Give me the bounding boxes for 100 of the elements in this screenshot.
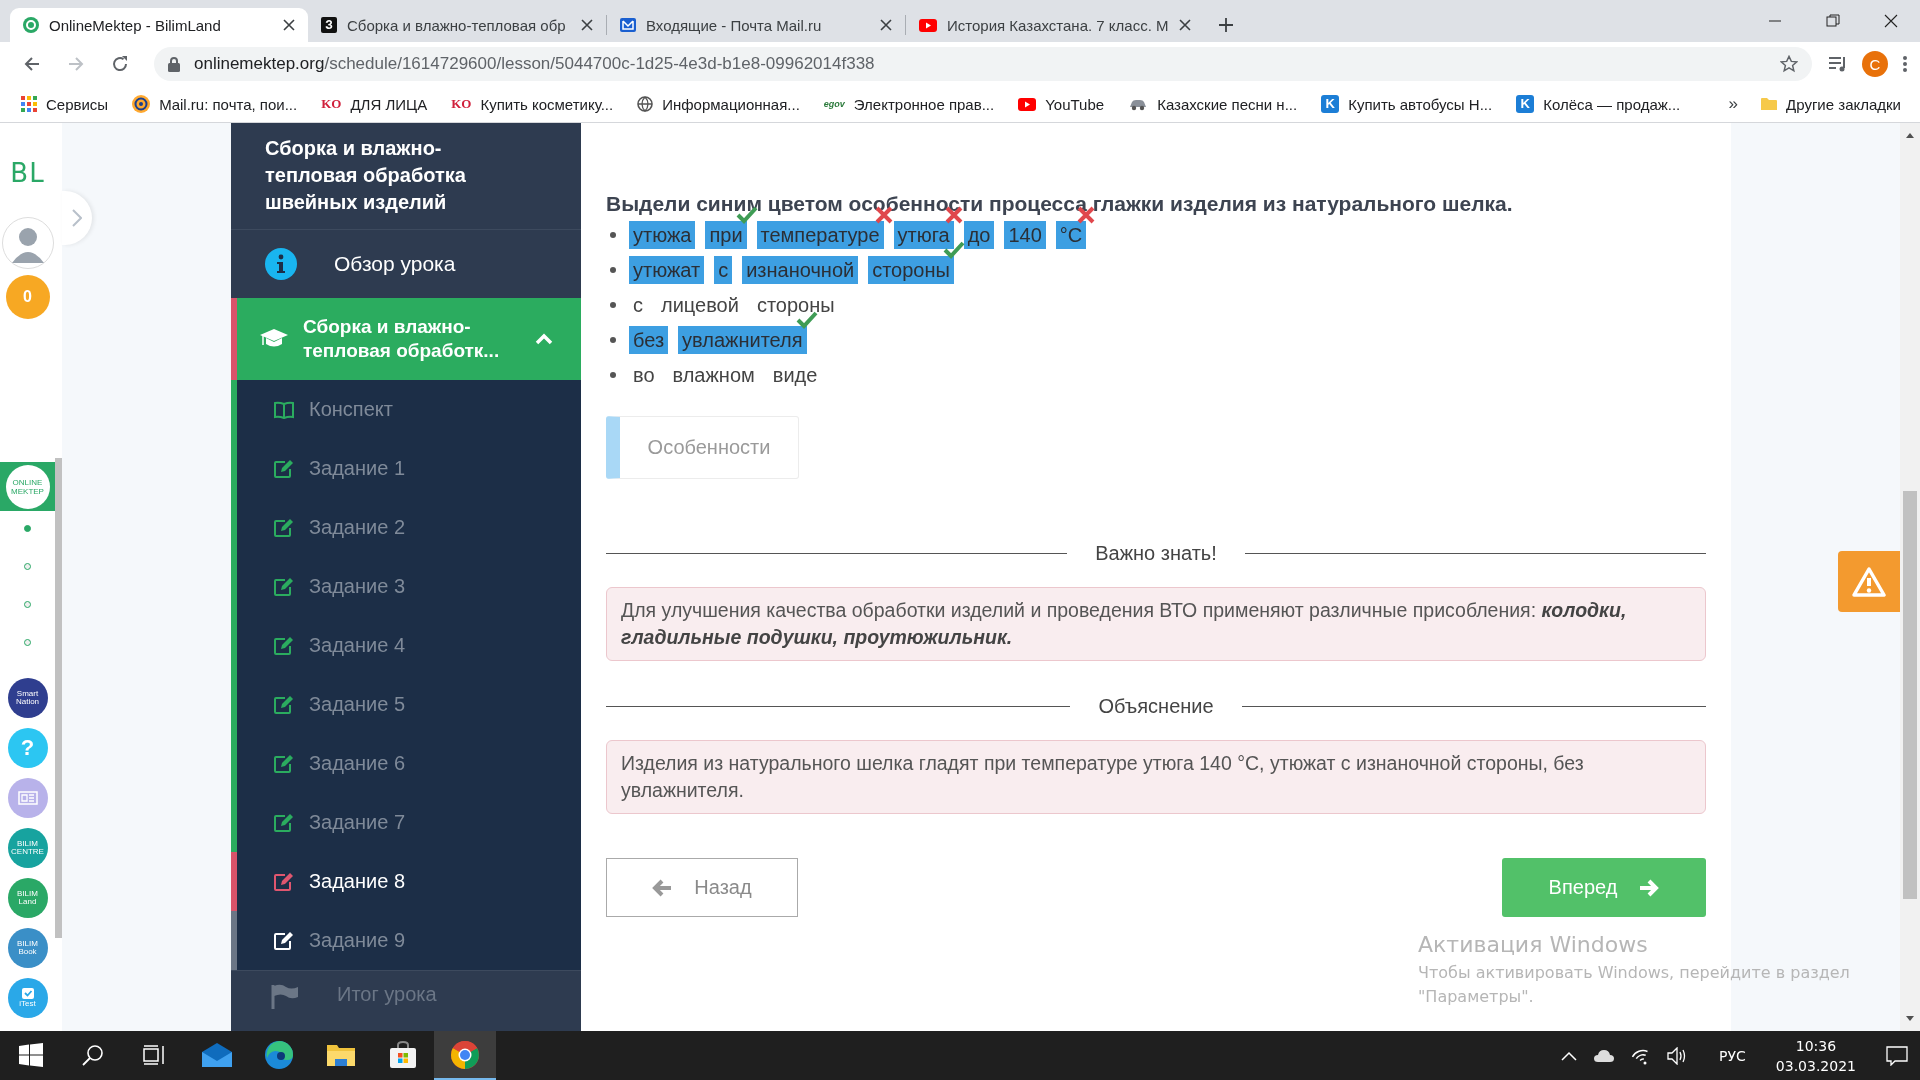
close-icon[interactable]: [880, 19, 892, 31]
profile-avatar[interactable]: C: [1862, 51, 1888, 77]
selectable-word[interactable]: °C: [1055, 220, 1087, 249]
pager-dot[interactable]: [24, 525, 31, 532]
media-queue-icon[interactable]: [1828, 55, 1848, 73]
activation-message: Чтобы активировать Windows, перейдите в раздел "Параметры".: [1418, 962, 1851, 1008]
bookmark[interactable]: Информационная...: [626, 90, 811, 118]
pager-dot[interactable]: [24, 639, 31, 646]
selectable-word[interactable]: при: [705, 220, 747, 249]
bookmark[interactable]: Mail.ru: почта, пои...: [121, 90, 309, 118]
cloud-icon[interactable]: [1593, 1049, 1616, 1063]
close-icon[interactable]: [283, 19, 295, 31]
close-icon[interactable]: [581, 19, 593, 31]
app-shortcut[interactable]: Smart Nation: [7, 678, 48, 718]
scroll-down-icon[interactable]: [1905, 1015, 1915, 1023]
envelope-icon: [620, 17, 636, 33]
edit-icon: [273, 753, 295, 774]
selectable-word[interactable]: утюжат: [629, 255, 705, 284]
arrow-left-icon: [652, 878, 673, 897]
app-shortcut[interactable]: ONLINE MEKTEP: [0, 462, 55, 511]
selectable-word[interactable]: утюжа: [629, 220, 696, 249]
taskbar-button[interactable]: [434, 1031, 496, 1080]
scroll-up-icon[interactable]: [1905, 131, 1915, 139]
swirl-icon: [264, 1039, 294, 1070]
back-button[interactable]: Назад: [606, 858, 798, 917]
selectable-word[interactable]: во: [629, 360, 659, 389]
collapse-toggle[interactable]: [62, 191, 92, 245]
app-shortcut[interactable]: BILIM Book: [7, 928, 48, 968]
selectable-word[interactable]: утюга: [893, 220, 954, 249]
edit-icon: [273, 458, 295, 479]
bookmark[interactable]: KO ДЛЯ ЛИЦА: [310, 90, 439, 118]
notifications-icon[interactable]: [1886, 1046, 1908, 1066]
selectable-word[interactable]: температуре: [756, 220, 884, 249]
info-note: Изделия из натурального шелка гладят при температуре утюга 140 °C, утюжат с изнаночной стороны, без увлажнителя.: [606, 740, 1706, 814]
selectable-word[interactable]: 140: [1004, 220, 1046, 249]
category-target[interactable]: Особенности: [606, 416, 799, 479]
browser-tab[interactable]: История Казахстана. 7 класс. М: [906, 8, 1204, 42]
address-bar[interactable]: onlinemektep.org/schedule/1614729600/lesson/5044700c-1d25-4e3d-b1e8-09962014f338: [154, 47, 1812, 81]
more-bookmarks-button[interactable]: »: [1718, 94, 1749, 114]
browser-tab[interactable]: Входящие - Почта Mail.ru: [607, 8, 905, 42]
selectable-word[interactable]: с: [714, 255, 733, 284]
summary-link[interactable]: Итог урока: [231, 970, 581, 1031]
overview-link[interactable]: Обзор урока: [231, 230, 581, 298]
pager-dot[interactable]: [24, 601, 31, 608]
star-icon[interactable]: [1780, 55, 1798, 73]
selectable-word[interactable]: стороны: [868, 255, 954, 284]
browser-tab[interactable]: З Сборка и влажно-тепловая обр: [308, 8, 606, 42]
globe-icon: [637, 96, 654, 112]
site-logo: KO: [451, 96, 472, 112]
bookmark[interactable]: K Колёса — продаж...: [1505, 90, 1692, 118]
new-tab-icon[interactable]: [1218, 17, 1234, 33]
lesson-section[interactable]: Сборка и влажно-тепловая обработк...: [231, 298, 581, 380]
play-icon: [1018, 97, 1037, 111]
arrow-right-icon: [1639, 878, 1660, 897]
points-badge: 0: [5, 275, 50, 319]
chrome-logo-icon: [450, 1039, 480, 1070]
edit-icon: [273, 812, 295, 833]
avatar-icon[interactable]: [1, 217, 54, 269]
selectable-word[interactable]: изнаночной: [742, 255, 859, 284]
bookmark[interactable]: Казахские песни н...: [1117, 90, 1309, 118]
selectable-word[interactable]: до: [963, 220, 995, 249]
play-icon: [919, 18, 937, 32]
bookmark[interactable]: Сервисы: [10, 90, 120, 118]
bookmark[interactable]: YouTube: [1007, 90, 1116, 118]
section-heading: Важно знать!: [1095, 541, 1217, 565]
selectable-word[interactable]: влажном: [668, 360, 759, 389]
chevron-up-icon[interactable]: [1561, 1051, 1578, 1061]
edit-icon: [273, 694, 295, 715]
clock[interactable]: 10:36 03.03.2021: [1775, 1036, 1856, 1076]
chevron-right-icon: [72, 209, 82, 227]
selectable-word[interactable]: лицевой: [657, 290, 743, 319]
selectable-word[interactable]: стороны: [752, 290, 839, 319]
task-view-icon: [143, 1044, 167, 1065]
language-indicator[interactable]: РУС: [1713, 1045, 1752, 1067]
selectable-word[interactable]: без: [629, 325, 669, 354]
pager-dot[interactable]: [24, 563, 31, 570]
edit-icon: [273, 576, 295, 597]
app-shortcut[interactable]: BILIM Land: [7, 878, 48, 918]
selectable-word[interactable]: с: [629, 290, 647, 319]
bullet-icon: [610, 231, 616, 238]
browser-tab[interactable]: OnlineMektep - BilimLand: [10, 8, 308, 42]
folder-icon: [1761, 97, 1778, 111]
bookmark[interactable]: KO Купить косметику...: [440, 90, 625, 118]
selectable-word[interactable]: увлажнителя: [678, 325, 807, 354]
menu-icon[interactable]: [1902, 55, 1908, 73]
close-icon[interactable]: [1179, 19, 1191, 31]
restore-icon[interactable]: [1825, 13, 1841, 29]
info-icon: [265, 248, 297, 280]
site-logo: egov: [823, 99, 845, 109]
edit-icon: [273, 635, 295, 656]
selectable-word[interactable]: виде: [768, 360, 822, 389]
bookmark-folder[interactable]: Другие закладки: [1750, 90, 1912, 118]
chevron-icon[interactable]: [535, 333, 553, 345]
app-shortcut[interactable]: iTest: [7, 978, 48, 1018]
close-icon[interactable]: [1883, 13, 1899, 29]
bookmark[interactable]: egov Электронное прав...: [812, 90, 1006, 118]
app-shortcut[interactable]: BILIM CENTRE: [7, 828, 48, 868]
scrollbar-thumb[interactable]: [1903, 491, 1917, 899]
bookmark[interactable]: K Купить автобусы Н...: [1310, 90, 1504, 118]
scrollbar-thumb[interactable]: [55, 458, 62, 938]
